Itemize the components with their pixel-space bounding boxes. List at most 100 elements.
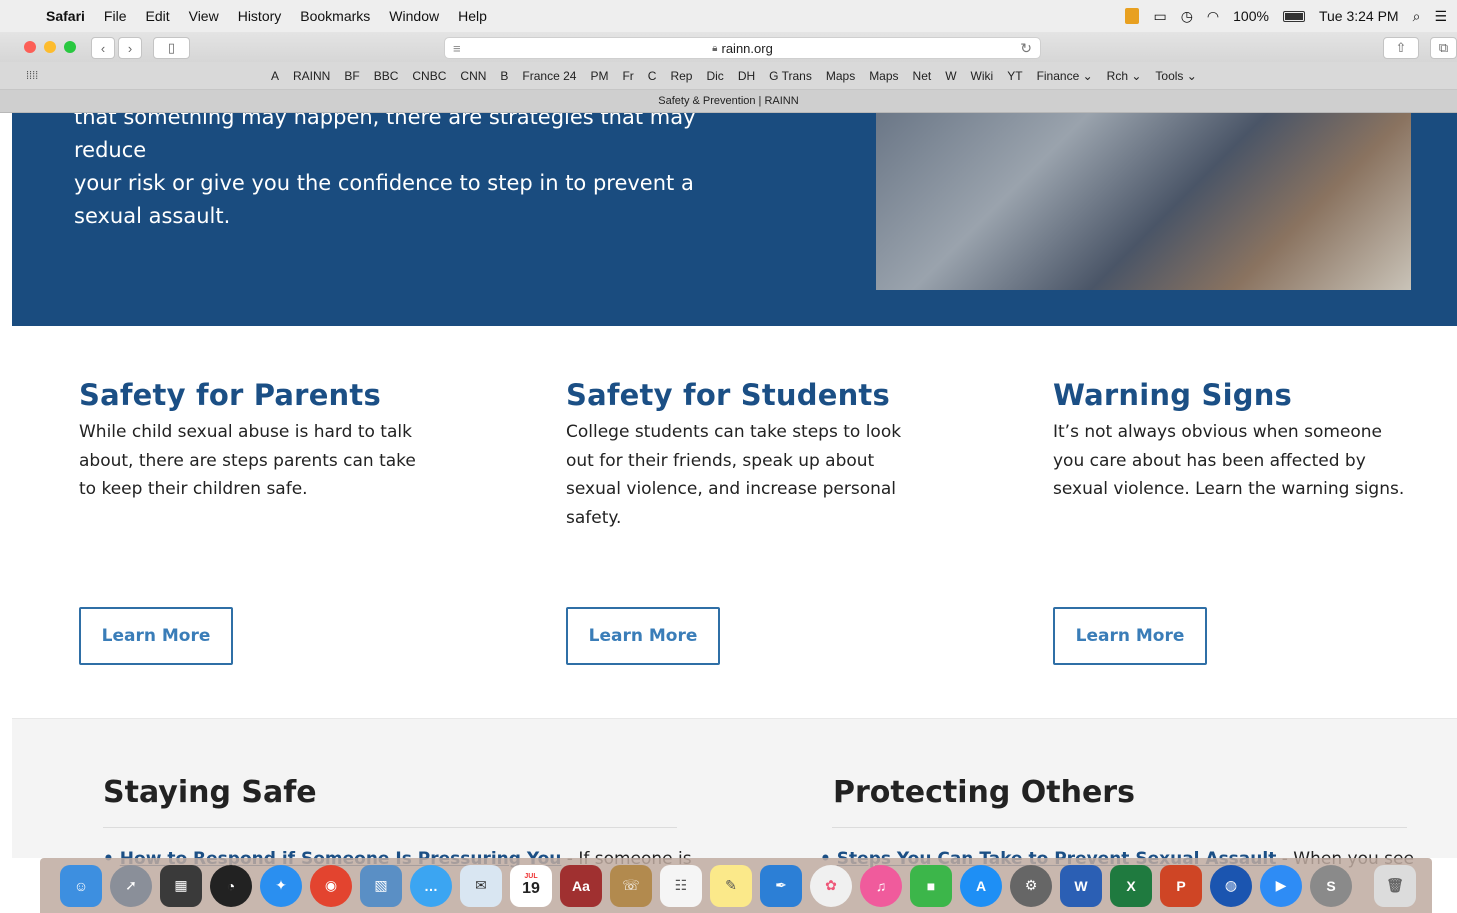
facetime-icon[interactable]: ■ [910, 864, 952, 907]
battery-icon[interactable] [1282, 10, 1305, 22]
card-title[interactable]: Warning Signs [1053, 378, 1413, 412]
chrome-icon[interactable]: ◉ [310, 864, 352, 907]
sidebar-button[interactable]: ▯ [153, 37, 190, 59]
card-body: While child sexual abuse is hard to talk… [79, 422, 416, 499]
minimize-window-button[interactable] [44, 41, 56, 53]
wifi-icon[interactable]: ◠ [1207, 8, 1219, 25]
sublime-status-icon[interactable] [1125, 8, 1140, 24]
menu-app-safari[interactable]: Safari [46, 8, 85, 24]
divider [832, 827, 1407, 828]
menu-view[interactable]: View [189, 8, 219, 24]
zoom-icon[interactable]: ▶ [1260, 864, 1302, 907]
favorite-item[interactable]: YT [1007, 69, 1022, 83]
address-bar[interactable]: ≡ 🔒︎ rainn.org ↻ [444, 37, 1041, 59]
share-button[interactable]: ⇧ [1383, 37, 1419, 59]
sidebar-icon: ▯ [167, 40, 176, 55]
app-store-icon[interactable]: A [960, 864, 1002, 907]
favorite-item[interactable]: RAINN [293, 69, 330, 83]
photos-icon[interactable]: ✿ [810, 864, 852, 907]
notification-center-icon[interactable]: ☰ [1434, 8, 1447, 25]
safari-icon[interactable]: ✦ [260, 864, 302, 907]
contacts-icon[interactable]: ☏ [610, 864, 652, 907]
mission-control-icon[interactable]: ▦ [160, 864, 202, 907]
favorite-item[interactable]: Rch ⌄ [1107, 69, 1142, 83]
clock[interactable]: Tue 3:24 PM [1319, 8, 1399, 24]
itunes-icon[interactable]: ♫ [860, 864, 902, 907]
mail-icon[interactable]: ✉ [460, 864, 502, 907]
favorite-item[interactable]: G Trans [769, 69, 812, 83]
menu-bookmarks[interactable]: Bookmarks [300, 8, 370, 24]
favorite-item[interactable]: Fr [622, 69, 633, 83]
card-title[interactable]: Safety for Parents [79, 378, 439, 412]
hero-banner: that something may happen, there are str… [12, 113, 1457, 326]
word-icon[interactable]: W [1060, 864, 1102, 907]
launchpad-icon[interactable]: ➚ [110, 864, 152, 907]
favorite-item[interactable]: BBC [374, 69, 399, 83]
favorite-item[interactable]: CNN [460, 69, 486, 83]
simplenote-icon[interactable]: S [1310, 864, 1352, 907]
reminders-icon[interactable]: ☷ [660, 864, 702, 907]
reload-icon[interactable]: ↻ [1020, 40, 1032, 57]
favorite-item[interactable]: CNBC [412, 69, 446, 83]
learn-more-parents-button[interactable]: Learn More [79, 607, 233, 665]
finder-icon[interactable]: ☺ [60, 864, 102, 907]
menu-history[interactable]: History [238, 8, 282, 24]
resources-section: Staying Safe • How to Respond if Someone… [12, 718, 1457, 869]
airplay-icon[interactable]: ▭ [1153, 8, 1166, 25]
favorite-item[interactable]: A [271, 69, 279, 83]
tab-active[interactable]: Safety & Prevention | RAINN [658, 95, 798, 107]
dictionary-label: Aa [572, 877, 590, 894]
trash-icon[interactable]: 🗑︎ [1374, 864, 1416, 907]
favorite-item[interactable]: Tools ⌄ [1155, 69, 1196, 83]
google-earth-icon[interactable]: ◍ [1210, 864, 1252, 907]
favorite-item[interactable]: C [648, 69, 657, 83]
favorite-item[interactable]: DH [738, 69, 755, 83]
calendar-icon[interactable]: JUL 19 [510, 864, 552, 907]
top-sites-grid-icon[interactable]: ⁞⁞⁞⁞ [26, 70, 38, 82]
pen-app-icon[interactable]: ✒ [760, 864, 802, 907]
hero-line: that something may happen, there are str… [74, 113, 696, 162]
zoom-window-button[interactable] [64, 41, 76, 53]
favorite-item[interactable]: Wiki [971, 69, 994, 83]
close-window-button[interactable] [24, 41, 36, 53]
card-title[interactable]: Safety for Students [566, 378, 926, 412]
dashboard-icon[interactable]: ◔ [210, 864, 252, 907]
favorite-item[interactable]: Net [913, 69, 932, 83]
favorite-item[interactable]: W [945, 69, 956, 83]
reader-view-icon[interactable]: ≡ [453, 41, 461, 56]
favorite-item[interactable]: Maps [869, 69, 898, 83]
forward-button[interactable]: › [118, 37, 142, 59]
show-all-tabs-button[interactable]: ⧉ [1430, 37, 1457, 59]
menu-window[interactable]: Window [389, 8, 439, 24]
learn-more-warning-signs-button[interactable]: Learn More [1053, 607, 1207, 665]
dictionary-icon[interactable]: Aa [560, 864, 602, 907]
learn-more-students-button[interactable]: Learn More [566, 607, 720, 665]
dock: ☺ ➚ ▦ ◔ ✦ ◉ ▧ … ✉ JUL 19 Aa ☏ ☷ ✎ ✒ ✿ ♫ … [40, 858, 1432, 913]
spotlight-search-icon[interactable]: ⌕ [1413, 8, 1421, 25]
favorite-item[interactable]: France 24 [522, 69, 576, 83]
battery-percent[interactable]: 100% [1233, 8, 1269, 24]
favorite-item[interactable]: PM [590, 69, 608, 83]
divider [103, 827, 677, 828]
calendar-day: 19 [522, 880, 540, 897]
notes-icon[interactable]: ✎ [710, 864, 752, 907]
preview-icon[interactable]: ▧ [360, 864, 402, 907]
favorite-item[interactable]: Dic [706, 69, 723, 83]
card-body: It’s not always obvious when someone you… [1053, 422, 1405, 499]
tabs-icon: ⧉ [1438, 40, 1449, 55]
favorite-item[interactable]: Finance ⌄ [1037, 69, 1093, 83]
menu-help[interactable]: Help [458, 8, 487, 24]
favorite-item[interactable]: B [500, 69, 508, 83]
card-warning-signs: Warning Signs It’s not always obvious wh… [1053, 378, 1413, 504]
favorite-item[interactable]: Maps [826, 69, 855, 83]
excel-icon[interactable]: X [1110, 864, 1152, 907]
back-button[interactable]: ‹ [91, 37, 115, 59]
messages-icon[interactable]: … [410, 864, 452, 907]
time-machine-icon[interactable]: ◷ [1181, 8, 1193, 25]
menu-file[interactable]: File [104, 8, 127, 24]
system-preferences-icon[interactable]: ⚙ [1010, 864, 1052, 907]
favorite-item[interactable]: Rep [670, 69, 692, 83]
favorite-item[interactable]: BF [344, 69, 359, 83]
menu-edit[interactable]: Edit [145, 8, 169, 24]
powerpoint-icon[interactable]: P [1160, 864, 1202, 907]
